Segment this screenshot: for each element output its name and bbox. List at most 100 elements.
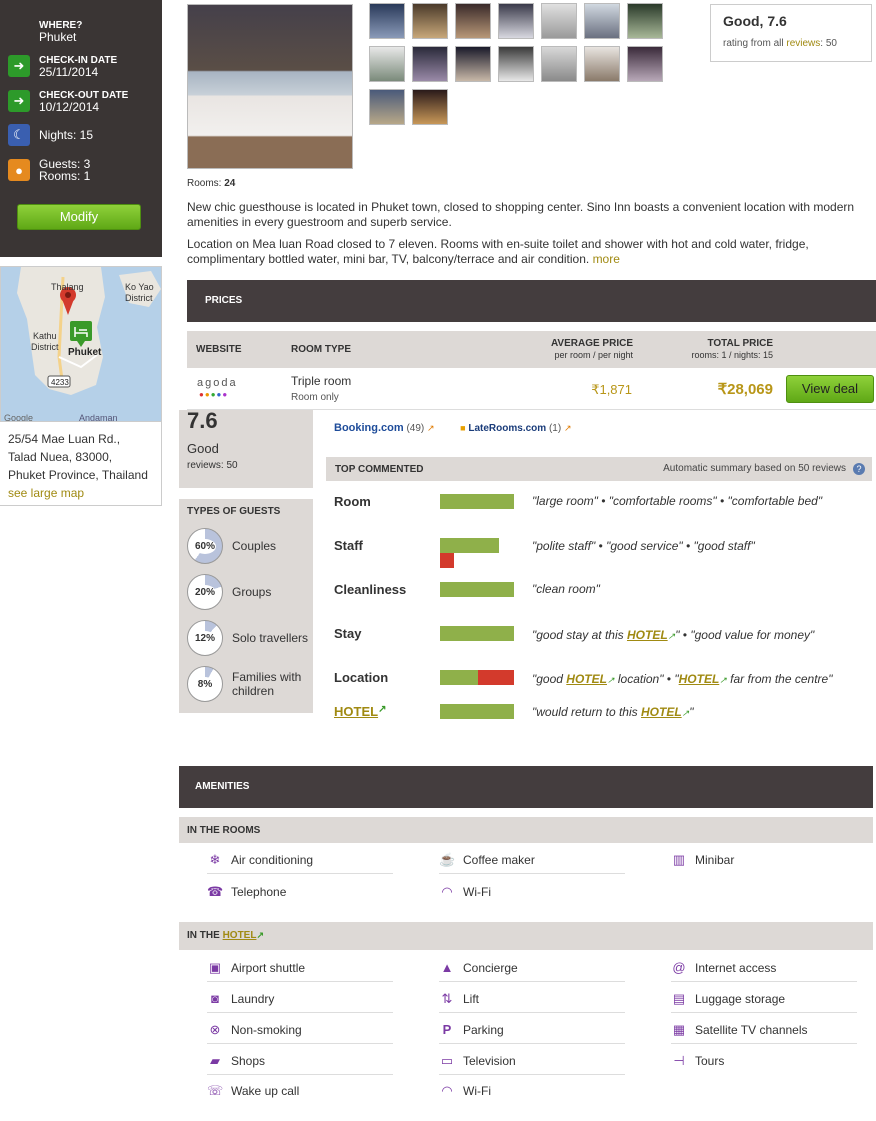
in-the-hotel-title: IN THE HOTEL↗ bbox=[179, 922, 873, 950]
description-paragraph-2-text: Location on Mea luan Road closed to 7 el… bbox=[187, 237, 809, 266]
rooms-count: Rooms: 24 bbox=[187, 178, 235, 189]
quote-text: " bbox=[689, 705, 694, 719]
address-line-1: 25/54 Mae Luan Rd., bbox=[8, 432, 121, 446]
thumbnail[interactable] bbox=[627, 46, 663, 82]
amenity-label: Telephone bbox=[231, 885, 287, 899]
amenity-item: ▣ Airport shuttle bbox=[207, 961, 393, 982]
hotel-link[interactable]: HOTEL bbox=[566, 672, 607, 686]
thumbnail[interactable] bbox=[498, 46, 534, 82]
guest-pie-chart: 60% bbox=[187, 528, 223, 564]
amenity-label: Wake up call bbox=[231, 1084, 300, 1098]
guest-type-groups: 20% Groups bbox=[187, 574, 271, 610]
checkin-block: ➜ CHECK-IN DATE 25/11/2014 bbox=[8, 55, 117, 78]
map-label-koyao: Ko Yao bbox=[125, 282, 154, 292]
hotel-link[interactable]: HOTEL bbox=[641, 705, 682, 719]
hotel-link[interactable]: HOTEL bbox=[679, 672, 720, 686]
booking-com-logo[interactable]: Booking.com bbox=[334, 422, 404, 434]
more-link[interactable]: more bbox=[593, 252, 620, 266]
thumbnail[interactable] bbox=[412, 3, 448, 39]
amenity-item: ◠ Wi-Fi bbox=[439, 884, 625, 900]
external-link-icon: ↗ bbox=[256, 930, 264, 940]
map-label-road: 4233 bbox=[51, 378, 69, 387]
thumbnail[interactable] bbox=[455, 46, 491, 82]
amenity-item: ▥ Minibar bbox=[671, 852, 857, 868]
amenity-label: Wi-Fi bbox=[463, 1084, 491, 1098]
hotel-link[interactable]: HOTEL bbox=[627, 628, 668, 642]
minibar-icon: ▥ bbox=[672, 852, 686, 867]
nights-block: ☾ Nights: 15 bbox=[8, 124, 93, 146]
thumbnail[interactable] bbox=[541, 3, 577, 39]
score-label: Good bbox=[187, 441, 219, 456]
quote-text: far from the centre" bbox=[726, 672, 833, 686]
in-the-rooms-title: IN THE ROOMS bbox=[179, 817, 873, 843]
laterooms-logo[interactable]: LateRooms.com bbox=[468, 423, 546, 434]
guest-type-families: 8% Families with children bbox=[187, 666, 312, 702]
map-label-phuket: Phuket bbox=[68, 347, 102, 358]
modify-button[interactable]: Modify bbox=[17, 204, 141, 230]
external-link-icon: ↗ bbox=[606, 675, 615, 685]
quote-staff: "polite staff" • "good service" • "good … bbox=[532, 539, 755, 553]
quote-stay: "good stay at this HOTEL↗" • "good value… bbox=[532, 628, 814, 642]
bell-icon: ▲ bbox=[440, 960, 454, 975]
address-line-2: Talad Nuea, 83000, bbox=[8, 450, 113, 464]
thumbnail[interactable] bbox=[369, 89, 405, 125]
amenity-item: ☕ Coffee maker bbox=[439, 853, 625, 874]
thumbnail[interactable] bbox=[498, 3, 534, 39]
amenity-item: ☏ Wake up call bbox=[207, 1084, 393, 1099]
thumbnail[interactable] bbox=[584, 3, 620, 39]
thumbnail[interactable] bbox=[412, 89, 448, 125]
reviews-link[interactable]: reviews bbox=[786, 38, 820, 49]
map-label-kathu: Kathu bbox=[33, 331, 57, 341]
see-large-map-link[interactable]: see large map bbox=[8, 486, 84, 500]
thumbnail[interactable] bbox=[541, 46, 577, 82]
thumbnail[interactable] bbox=[627, 3, 663, 39]
address-box: 25/54 Mae Luan Rd., Talad Nuea, 83000, P… bbox=[0, 422, 162, 506]
sentiment-bar-positive bbox=[440, 582, 514, 597]
thumbnail[interactable] bbox=[584, 46, 620, 82]
lift-icon: ⇅ bbox=[441, 991, 453, 1006]
where-block: WHERE? Phuket bbox=[39, 20, 82, 43]
category-hotel[interactable]: HOTEL↗ bbox=[334, 704, 386, 719]
category-hotel-link[interactable]: HOTEL bbox=[334, 704, 378, 719]
amenity-label: Wi-Fi bbox=[463, 885, 491, 899]
review-score-box: 7.6 Good reviews: 50 bbox=[179, 410, 313, 488]
amenity-label: Non-smoking bbox=[231, 1023, 302, 1037]
guest-pct: 20% bbox=[193, 584, 216, 600]
map-label-thalang: Thalang bbox=[51, 282, 84, 292]
thumbnail[interactable] bbox=[369, 3, 405, 39]
sentiment-bar-positive bbox=[440, 626, 514, 641]
thumbnail[interactable] bbox=[412, 46, 448, 82]
agoda-logo[interactable]: agoda bbox=[197, 377, 238, 389]
amenity-label: Air conditioning bbox=[231, 853, 314, 867]
quote-room: "large room" • "comfortable rooms" • "co… bbox=[532, 494, 823, 508]
rating-count: : 50 bbox=[820, 38, 837, 49]
amenity-label: Laundry bbox=[231, 992, 275, 1006]
tv-icon: ▭ bbox=[440, 1053, 454, 1068]
amenity-label: Lift bbox=[463, 992, 480, 1006]
search-summary-panel: WHERE? Phuket ➜ CHECK-IN DATE 25/11/2014… bbox=[0, 0, 162, 257]
amenity-item: ⊣ Tours bbox=[671, 1054, 857, 1069]
checkout-icon: ➜ bbox=[8, 90, 30, 112]
phone-icon: ☎ bbox=[207, 884, 224, 899]
external-link-icon: ↗ bbox=[563, 423, 572, 433]
wifi-icon: ◠ bbox=[441, 884, 453, 899]
prices-column-headers: WEBSITE ROOM TYPE AVERAGE PRICE per room… bbox=[187, 331, 876, 368]
guest-pie-chart: 12% bbox=[187, 620, 223, 656]
amenity-item: P Parking bbox=[439, 1023, 625, 1044]
col-room-type: ROOM TYPE bbox=[291, 344, 352, 355]
location-map[interactable]: Thalang Ko Yao District Kathu District P… bbox=[0, 266, 162, 422]
sentiment-bar-positive bbox=[440, 538, 499, 553]
shop-icon: ▰ bbox=[210, 1053, 220, 1068]
amenity-label: Luggage storage bbox=[695, 992, 786, 1006]
amenities-header: AMENITIES bbox=[179, 766, 873, 808]
main-hotel-photo[interactable] bbox=[187, 4, 353, 169]
help-icon[interactable]: ? bbox=[853, 463, 865, 475]
quote-location: "good HOTEL↗ location" • "HOTEL↗ far fro… bbox=[532, 672, 832, 686]
hotel-link[interactable]: HOTEL bbox=[223, 930, 257, 941]
view-deal-button[interactable]: View deal bbox=[786, 375, 874, 403]
thumbnail[interactable] bbox=[455, 3, 491, 39]
average-price: ₹1,871 bbox=[591, 382, 632, 397]
amenity-label: Coffee maker bbox=[463, 853, 535, 867]
prices-header: PRICES bbox=[187, 280, 876, 322]
thumbnail[interactable] bbox=[369, 46, 405, 82]
